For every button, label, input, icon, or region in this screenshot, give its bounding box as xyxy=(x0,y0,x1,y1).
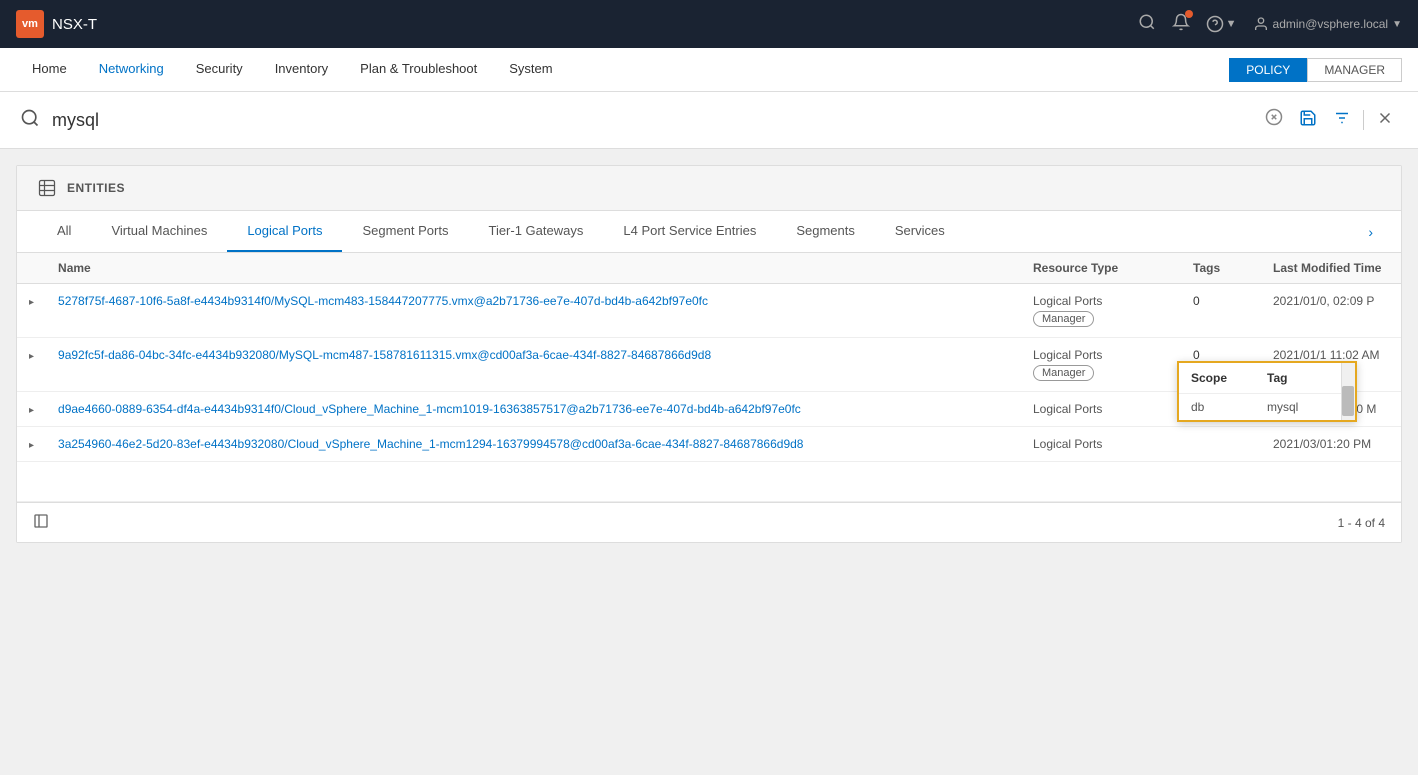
topbar: vm NSX-T ▼ admin@vsphere.local ▼ xyxy=(0,0,1418,48)
search-icon[interactable] xyxy=(1138,13,1156,36)
tooltip-header: Scope Tag xyxy=(1179,363,1355,394)
row4-name: 3a254960-46e2-5d20-83ef-e4434b932080/Clo… xyxy=(46,427,1021,462)
tab-bar: All Virtual Machines Logical Ports Segme… xyxy=(17,211,1401,253)
table-row: ▸ 3a254960-46e2-5d20-83ef-e4434b932080/C… xyxy=(17,427,1401,462)
row1-tags: 0 xyxy=(1181,284,1261,338)
user-chevron: ▼ xyxy=(1392,19,1402,30)
expand-icon: ▸ xyxy=(29,440,34,451)
user-label: admin@vsphere.local xyxy=(1273,17,1389,31)
col-last-modified: Last Modified Time xyxy=(1261,253,1401,284)
col-expand xyxy=(17,253,46,284)
nav-system[interactable]: System xyxy=(493,48,568,92)
app-title: NSX-T xyxy=(52,16,97,33)
logo: vm NSX-T xyxy=(16,10,97,38)
search-filter-button[interactable] xyxy=(1329,105,1355,136)
row1-manager-badge: Manager xyxy=(1033,311,1094,327)
row2-expander[interactable]: ▸ xyxy=(17,338,46,392)
row1-name: 5278f75f-4687-10f6-5a8f-e4434b9314f0/MyS… xyxy=(46,284,1021,338)
nav-mode-buttons: POLICY MANAGER xyxy=(1229,58,1402,82)
nav-security[interactable]: Security xyxy=(180,48,259,92)
policy-button[interactable]: POLICY xyxy=(1229,58,1307,82)
nav-home[interactable]: Home xyxy=(16,48,83,92)
expand-icon: ▸ xyxy=(29,297,34,308)
tab-scroll-right[interactable]: › xyxy=(1360,212,1381,252)
col-name: Name xyxy=(46,253,1021,284)
row2-resource-type: Logical Ports Manager xyxy=(1021,338,1181,392)
panel-icon[interactable] xyxy=(33,513,49,532)
tab-segment-ports[interactable]: Segment Ports xyxy=(342,211,468,252)
search-input[interactable] xyxy=(52,110,1249,131)
help-icon[interactable]: ▼ xyxy=(1206,15,1237,33)
row1-resource-type: Logical Ports Manager xyxy=(1021,284,1181,338)
search-bar-icon xyxy=(20,108,40,133)
tooltip-row: db mysql xyxy=(1179,394,1355,420)
pagination-info: 1 - 4 of 4 xyxy=(1338,516,1385,530)
col-resource-type: Resource Type xyxy=(1021,253,1181,284)
help-chevron: ▼ xyxy=(1226,18,1237,30)
tab-l4-port-service[interactable]: L4 Port Service Entries xyxy=(603,211,776,252)
navbar: Home Networking Security Inventory Plan … xyxy=(0,48,1418,92)
row2-manager-badge: Manager xyxy=(1033,365,1094,381)
footer-left xyxy=(33,513,49,532)
search-bar xyxy=(0,92,1418,149)
tab-logical-ports[interactable]: Logical Ports xyxy=(227,211,342,252)
manager-button[interactable]: MANAGER xyxy=(1307,58,1402,82)
search-save-button[interactable] xyxy=(1295,105,1321,136)
table-header-row: Name Resource Type Tags Last Modified Ti… xyxy=(17,253,1401,284)
vm-icon: vm xyxy=(16,10,44,38)
entities-header: ENTITIES xyxy=(17,166,1401,211)
entities-icon xyxy=(37,178,57,198)
empty-row xyxy=(17,462,1401,502)
row4-tags xyxy=(1181,427,1261,462)
col-tags: Tags xyxy=(1181,253,1261,284)
row2-name: 9a92fc5f-da86-04bc-34fc-e4434b932080/MyS… xyxy=(46,338,1021,392)
row1-link[interactable]: 5278f75f-4687-10f6-5a8f-e4434b9314f0/MyS… xyxy=(58,294,708,308)
notification-dot xyxy=(1185,10,1193,18)
tab-virtual-machines[interactable]: Virtual Machines xyxy=(91,211,227,252)
tags-tooltip: × Scope Tag db mysql xyxy=(1177,361,1357,422)
search-close-button[interactable] xyxy=(1372,105,1398,136)
row3-resource-type: Logical Ports xyxy=(1021,392,1181,427)
row3-link[interactable]: d9ae4660-0889-6354-df4a-e4434b9314f0/Clo… xyxy=(58,402,801,416)
expand-icon: ▸ xyxy=(29,405,34,416)
table-container: Name Resource Type Tags Last Modified Ti… xyxy=(17,253,1401,502)
search-actions xyxy=(1261,104,1398,136)
main-content: ENTITIES All Virtual Machines Logical Po… xyxy=(16,165,1402,543)
nav-inventory[interactable]: Inventory xyxy=(259,48,344,92)
row1-expander[interactable]: ▸ xyxy=(17,284,46,338)
row4-last-modified: 2021/03/01:20 PM xyxy=(1261,427,1401,462)
search-divider xyxy=(1363,110,1364,130)
row1-last-modified: 2021/01/0, 02:09 P xyxy=(1261,284,1401,338)
row4-link[interactable]: 3a254960-46e2-5d20-83ef-e4434b932080/Clo… xyxy=(58,437,803,451)
search-clear-button[interactable] xyxy=(1261,104,1287,136)
nav-plan-troubleshoot[interactable]: Plan & Troubleshoot xyxy=(344,48,493,92)
tab-segments[interactable]: Segments xyxy=(776,211,875,252)
tooltip-scroll-thumb xyxy=(1342,386,1354,416)
tab-tier1-gateways[interactable]: Tier-1 Gateways xyxy=(468,211,603,252)
expand-icon: ▸ xyxy=(29,351,34,362)
row4-expander[interactable]: ▸ xyxy=(17,427,46,462)
row2-link[interactable]: 9a92fc5f-da86-04bc-34fc-e4434b932080/MyS… xyxy=(58,348,711,362)
notifications-icon[interactable] xyxy=(1172,13,1190,36)
user-menu[interactable]: admin@vsphere.local ▼ xyxy=(1253,16,1402,32)
table-footer: 1 - 4 of 4 xyxy=(17,502,1401,542)
tooltip-scrollbar[interactable] xyxy=(1341,363,1355,420)
tab-all[interactable]: All xyxy=(37,211,91,252)
nav-networking[interactable]: Networking xyxy=(83,48,180,92)
entities-label: ENTITIES xyxy=(67,181,125,195)
row4-resource-type: Logical Ports xyxy=(1021,427,1181,462)
tab-services[interactable]: Services xyxy=(875,211,965,252)
table-row: ▸ 5278f75f-4687-10f6-5a8f-e4434b9314f0/M… xyxy=(17,284,1401,338)
topbar-icons: ▼ admin@vsphere.local ▼ xyxy=(1138,13,1402,36)
row3-expander[interactable]: ▸ xyxy=(17,392,46,427)
row3-name: d9ae4660-0889-6354-df4a-e4434b9314f0/Clo… xyxy=(46,392,1021,427)
